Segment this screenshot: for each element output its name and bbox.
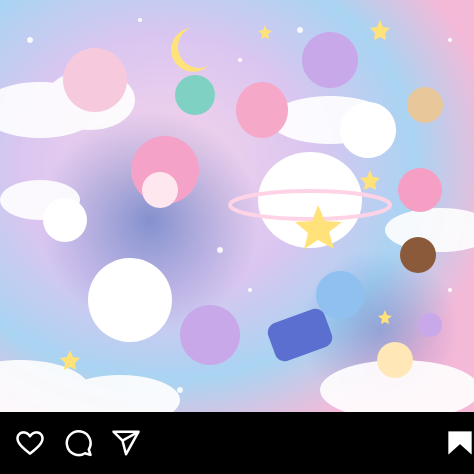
artwork-image: [0, 0, 474, 412]
like-button[interactable]: [13, 426, 47, 460]
save-button[interactable]: [446, 426, 474, 460]
share-button[interactable]: [109, 426, 143, 460]
bookmark-icon: [448, 431, 472, 455]
post-image[interactable]: [0, 0, 474, 412]
comment-icon: [65, 430, 92, 457]
heart-icon: [16, 431, 44, 455]
comment-button[interactable]: [61, 426, 95, 460]
share-icon: [112, 430, 140, 456]
post-action-bar: [0, 412, 474, 474]
